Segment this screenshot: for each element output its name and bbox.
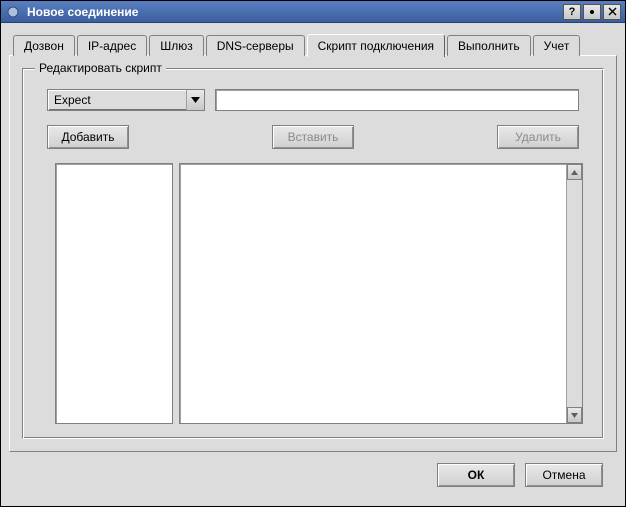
argument-list[interactable]	[179, 163, 583, 424]
tab-script[interactable]: Скрипт подключения	[307, 34, 445, 57]
command-list[interactable]	[55, 163, 173, 424]
script-buttons-row: Добавить Вставить Удалить	[37, 125, 589, 163]
help-button[interactable]: ?	[563, 4, 581, 20]
edit-script-group: Редактировать скрипт Expect Добавить Вст…	[22, 68, 604, 439]
scroll-down-icon[interactable]	[567, 407, 582, 423]
window-buttons: ?	[563, 4, 621, 20]
script-lists	[37, 163, 589, 424]
dialog-footer: ОК Отмена	[9, 452, 617, 498]
tab-panel: Редактировать скрипт Expect Добавить Вст…	[9, 55, 617, 452]
tabs: Дозвон IP-адрес Шлюз DNS-серверы Скрипт …	[9, 31, 617, 55]
ok-button[interactable]: ОК	[437, 463, 515, 487]
window: Новое соединение ? Дозвон IP-адрес Шлюз …	[0, 0, 626, 507]
insert-button[interactable]: Вставить	[272, 125, 354, 149]
spacer-button[interactable]	[583, 4, 601, 20]
close-icon	[608, 7, 617, 16]
scrollbar[interactable]	[566, 164, 582, 423]
script-entry-row: Expect	[37, 89, 589, 111]
command-combo-value: Expect	[48, 90, 186, 110]
window-title: Новое соединение	[27, 5, 563, 19]
argument-input[interactable]	[215, 89, 579, 111]
scroll-up-icon[interactable]	[567, 164, 582, 180]
tab-accounting[interactable]: Учет	[533, 35, 581, 56]
delete-button[interactable]: Удалить	[497, 125, 579, 149]
tab-execute[interactable]: Выполнить	[447, 35, 531, 56]
content: Дозвон IP-адрес Шлюз DNS-серверы Скрипт …	[1, 23, 625, 506]
dot-icon	[588, 8, 596, 16]
cancel-button[interactable]: Отмена	[525, 463, 603, 487]
scroll-track[interactable]	[567, 180, 582, 407]
tab-gateway[interactable]: Шлюз	[149, 35, 204, 56]
group-title: Редактировать скрипт	[35, 61, 166, 75]
tab-dialup[interactable]: Дозвон	[13, 35, 75, 56]
tab-ip[interactable]: IP-адрес	[77, 35, 147, 56]
close-button[interactable]	[603, 4, 621, 20]
chevron-down-icon	[186, 90, 204, 110]
titlebar: Новое соединение ?	[1, 1, 625, 23]
command-combo[interactable]: Expect	[47, 89, 205, 111]
app-icon	[5, 4, 21, 20]
add-button[interactable]: Добавить	[47, 125, 129, 149]
tab-dns[interactable]: DNS-серверы	[206, 35, 305, 56]
